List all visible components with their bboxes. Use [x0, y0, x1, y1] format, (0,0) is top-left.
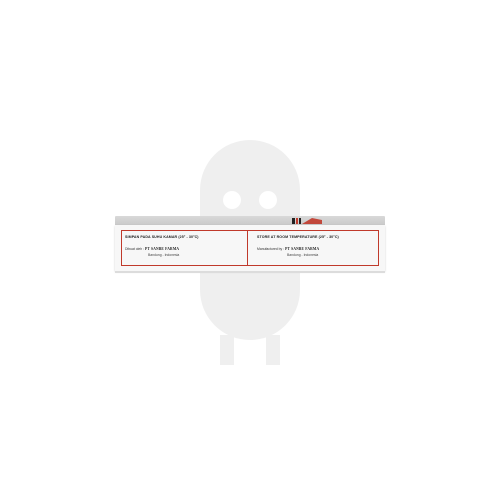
- product-photo: SIMPAN PADA SUHU KAMAR (25° - 30°C) Dibu…: [0, 0, 500, 500]
- storage-instruction-en: STORE AT ROOM TEMPERATURE (25° - 30°C): [257, 235, 339, 239]
- storage-instruction-id: SIMPAN PADA SUHU KAMAR (25° - 30°C): [125, 235, 199, 239]
- company-name-en: PT SANBE FARMA: [285, 247, 320, 251]
- panel-divider: [247, 230, 248, 266]
- made-by-label-id: Dibuat oleh :: [125, 247, 145, 251]
- box-top-edge: [115, 216, 385, 225]
- medicine-box: SIMPAN PADA SUHU KAMAR (25° - 30°C) Dibu…: [115, 225, 385, 271]
- manufacturer-line-id: Dibuat oleh : PT SANBE FARMA: [125, 247, 179, 251]
- manufacturer-line-en: Manufactured by : PT SANBE FARMA: [257, 247, 319, 251]
- city-en: Bandung - Indonesia: [287, 253, 319, 257]
- box-top-marking: [292, 218, 322, 224]
- city-id: Bandung - Indonesia: [148, 253, 180, 257]
- box-bottom-edge: [115, 271, 385, 273]
- made-by-label-en: Manufactured by :: [257, 247, 285, 251]
- company-name-id: PT SANBE FARMA: [145, 247, 180, 251]
